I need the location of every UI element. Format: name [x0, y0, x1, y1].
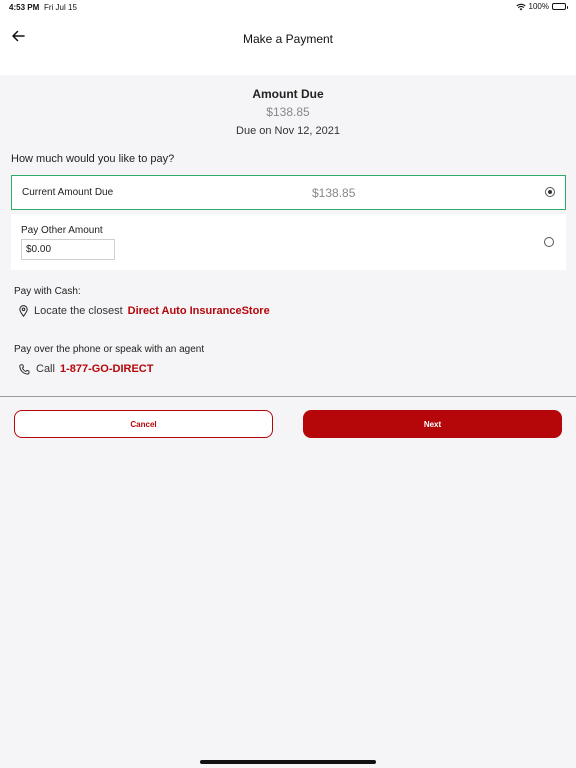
call-row: Call 1-877-GO-DIRECT — [19, 363, 153, 375]
option-other-amount[interactable]: Pay Other Amount — [11, 214, 566, 270]
amount-due-summary: Amount Due $138.85 Due on Nov 12, 2021 — [0, 87, 576, 137]
wifi-icon — [515, 3, 526, 10]
current-amount-radio[interactable] — [545, 187, 555, 197]
payment-question: How much would you like to pay? — [11, 153, 175, 165]
locate-store-row: Locate the closest Direct Auto Insurance… — [19, 305, 270, 317]
pay-by-phone-label: Pay over the phone or speak with an agen… — [14, 344, 205, 355]
phone-number-link[interactable]: 1-877-GO-DIRECT — [60, 363, 154, 375]
current-amount-label: Current Amount Due — [22, 187, 114, 198]
navigation-bar: Make a Payment — [0, 14, 576, 75]
status-date: Fri Jul 15 — [44, 3, 77, 12]
store-locator-link[interactable]: Direct Auto InsuranceStore — [128, 305, 270, 317]
pay-with-cash-label: Pay with Cash: — [14, 286, 81, 297]
other-amount-input[interactable] — [21, 239, 115, 260]
amount-due-value: $138.85 — [266, 105, 310, 119]
option-current-amount[interactable]: Current Amount Due $138.85 — [11, 175, 566, 210]
battery-icon — [552, 3, 568, 10]
amount-due-title: Amount Due — [252, 87, 324, 101]
status-indicators: 100% — [515, 2, 568, 11]
current-amount-value: $138.85 — [312, 186, 356, 200]
location-pin-icon — [19, 305, 28, 317]
status-time: 4:53 PM — [9, 3, 40, 12]
status-bar: 4:53 PM Fri Jul 15 100% — [0, 0, 576, 14]
phone-icon — [19, 363, 30, 374]
page-title: Make a Payment — [242, 32, 334, 46]
battery-percent: 100% — [528, 2, 549, 11]
locate-store-prefix: Locate the closest — [34, 305, 123, 317]
call-prefix: Call — [36, 363, 55, 375]
home-indicator — [200, 760, 376, 764]
cancel-button[interactable]: Cancel — [14, 410, 273, 438]
other-amount-label: Pay Other Amount — [21, 225, 103, 236]
divider — [0, 396, 576, 397]
due-date: Due on Nov 12, 2021 — [236, 125, 340, 137]
next-button[interactable]: Next — [303, 410, 562, 438]
other-amount-radio[interactable] — [544, 237, 554, 247]
